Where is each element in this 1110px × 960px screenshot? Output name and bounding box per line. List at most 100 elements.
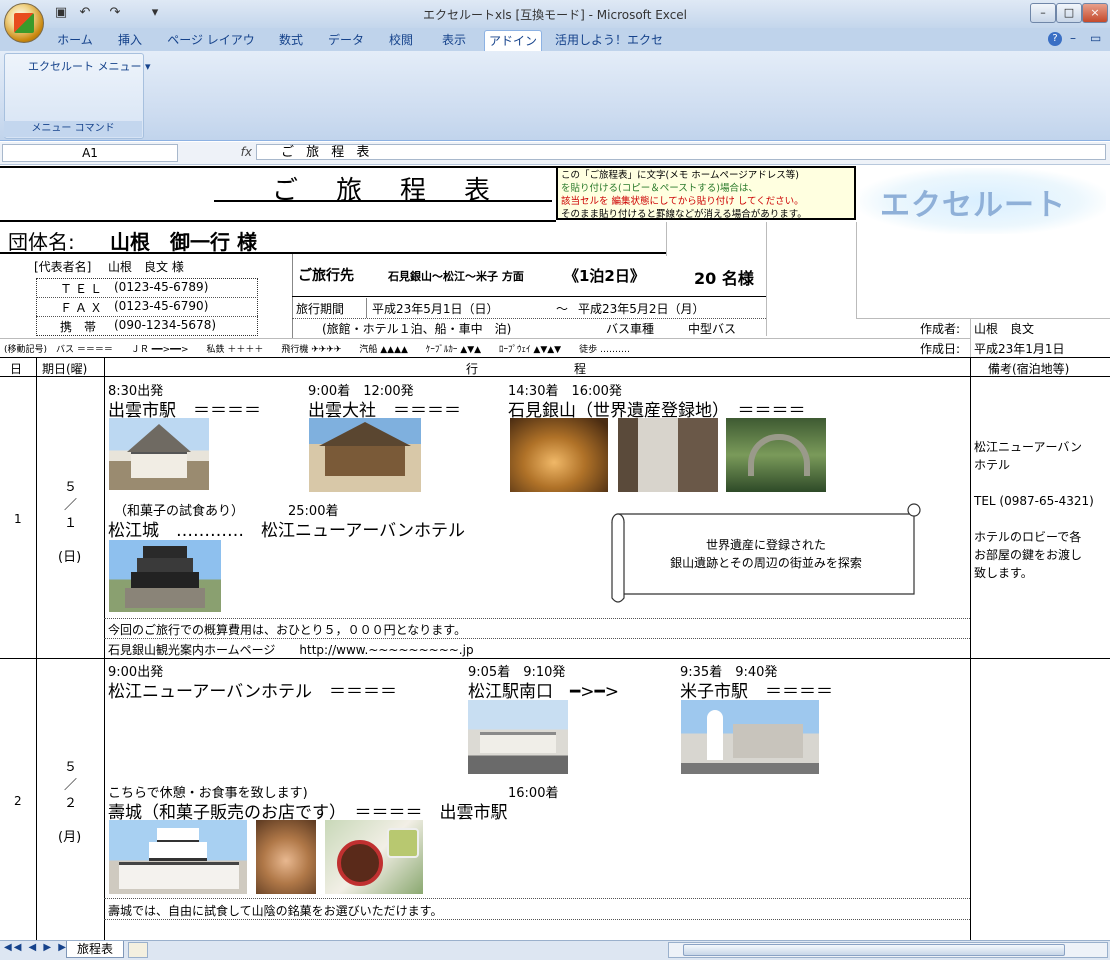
tab-katsuyou[interactable]: 活用しよう！エクセル (550, 30, 668, 67)
people: 20 名様 (694, 269, 754, 288)
ribbon-minimize-icon[interactable]: – (1070, 31, 1076, 45)
day1-remarks: 松江ニューアーバン ホテル TEL (0987-65-4321) ホテルのロビー… (974, 438, 1094, 582)
ribbon (0, 51, 1110, 141)
ribbon-restore-icon[interactable]: ▭ (1090, 31, 1101, 45)
dest-label: ご旅行先 (298, 268, 354, 284)
period-end: 平成23年5月2日（月） (578, 302, 705, 316)
note-line: この「ご旅程表」に文字(メモ ホームページアドレス等) (561, 170, 799, 181)
day1-slash: ／ (64, 498, 78, 513)
logo-text: エクセルート (880, 188, 1066, 223)
day2-place-3: 米子市駅 ＝＝＝＝ (680, 682, 833, 702)
tab-home[interactable]: ホーム (50, 30, 100, 50)
ginzan-bridge-photo (726, 418, 826, 492)
header-date: 期日(曜) (42, 362, 88, 376)
wagashi-photo (256, 820, 316, 894)
tab-addins[interactable]: アドイン (484, 30, 542, 51)
tab-formulas[interactable]: 数式 (268, 30, 314, 50)
office-button[interactable] (4, 3, 44, 43)
scroll-text: 世界遺産に登録された 銀山遺跡とその周辺の街並みを探索 (620, 536, 912, 572)
note-line: を貼り付ける(コピー＆ペーストする)場合は、 (561, 183, 758, 194)
header-schedule: 行 程 (466, 362, 587, 376)
remark-line: お部屋の鍵をお渡し (974, 548, 1083, 562)
mobile-label: 携 帯 (60, 320, 97, 334)
horizontal-scrollbar[interactable] (668, 942, 1108, 958)
day2-number: 2 (14, 794, 22, 808)
tel-label: ＴＥＬ (60, 282, 106, 296)
maximize-button[interactable]: □ (1056, 3, 1082, 23)
izumo-taisha-photo (309, 418, 421, 492)
day2-slash: ／ (64, 778, 78, 793)
day1-place-4: 松江城 ………… 松江ニューアーバンホテル (108, 521, 465, 541)
bus-type: 中型バス (688, 322, 737, 336)
remark-line: 致します。 (974, 566, 1033, 580)
ribbon-group-label: メニュー コマンド (4, 121, 142, 137)
day2-weekday: (月) (58, 830, 82, 845)
period-label: 旅行期間 (296, 302, 345, 316)
tab-page-layout[interactable]: ページ レイアウト (162, 30, 260, 67)
help-icon[interactable]: ? (1048, 32, 1062, 46)
close-button[interactable]: × (1082, 3, 1108, 23)
note-line: そのまま貼り付けると罫線などが消える場合があります。 (561, 209, 807, 220)
tab-insert[interactable]: 挿入 (108, 30, 152, 50)
period-start: 平成23年5月1日（日） (372, 302, 499, 316)
scroll-line-2: 銀山遺跡とその周辺の街並みを探索 (670, 556, 862, 570)
dest-value: 石見銀山～松江～米子 方面 (388, 270, 524, 283)
day2-place-2: 松江駅南口 ━>━> (468, 682, 619, 702)
created-label: 作成日: (920, 342, 961, 356)
excelroute-menu-button[interactable]: エクセルート メニュー ▾ (28, 58, 151, 74)
group-label: 団体名: (8, 230, 75, 254)
function-icon[interactable]: fx (180, 144, 252, 160)
tel-value: (0123-45-6789) (114, 280, 209, 294)
day2-month: ５ (64, 760, 78, 775)
minimize-button[interactable]: – (1030, 3, 1056, 23)
paste-note: この「ご旅程表」に文字(メモ ホームページアドレス等) を貼り付ける(コピー＆ペ… (556, 166, 856, 220)
lodging: (旅館・ホテル１泊、船・車中 泊) (322, 322, 512, 336)
rep-name: 山根 良文 様 (108, 260, 184, 274)
remark-line: ホテル (974, 458, 1011, 472)
ginzan-street-photo (618, 418, 718, 492)
matsue-castle-photo (109, 540, 221, 612)
tab-review[interactable]: 校閲 (378, 30, 424, 50)
period-sep: ～ (556, 302, 569, 316)
sheet-tab-ryoteihyo[interactable]: 旅程表 (66, 941, 124, 958)
author-label: 作成者: (920, 322, 961, 336)
insert-sheet-icon[interactable] (128, 942, 148, 958)
fax-value: (0123-45-6790) (114, 299, 209, 313)
remark-line: 松江ニューアーバン (974, 440, 1083, 454)
kotobuki-castle-photo (109, 820, 247, 894)
mobile-value: (090-1234-5678) (114, 318, 217, 332)
scroll-line-1: 世界遺産に登録された (705, 538, 826, 552)
tab-data[interactable]: データ (322, 30, 370, 50)
day2-day: ２ (64, 796, 78, 811)
day2-note-1: 壽城では、自由に試食して山陰の銘菓をお選びいただけます。 (108, 904, 443, 918)
remark-line: TEL (0987-65-4321) (974, 494, 1094, 508)
header-remarks: 備考(宿泊地等) (988, 362, 1070, 376)
tab-view[interactable]: 表示 (432, 30, 476, 50)
tea-and-sweets-photo (325, 820, 423, 894)
author: 山根 良文 (974, 322, 1035, 336)
day1-month: ５ (64, 480, 78, 495)
remark-line: ホテルのロビーで各 (974, 530, 1082, 544)
iwami-ginzan-mine-photo (510, 418, 608, 492)
day1-weekday: (日) (58, 550, 82, 565)
window-title: エクセルートxls [互換モード] - Microsoft Excel (422, 8, 688, 22)
formula-input[interactable]: ご 旅 程 表 (256, 144, 1106, 160)
day1-day: １ (64, 516, 78, 531)
name-box[interactable]: A1 (2, 144, 178, 162)
bus-label: バス車種 (606, 322, 655, 336)
scrollbar-thumb[interactable] (683, 944, 1065, 956)
day1-note-1: 今回のご旅行での概算費用は、おひとり５，０００円となります。 (108, 623, 467, 637)
day2-place-1: 松江ニューアーバンホテル ＝＝＝＝ (108, 682, 397, 702)
note-line: 該当セルを 編集状態にしてから貼り付け してください。 (561, 196, 804, 207)
matsue-station-photo (468, 700, 568, 774)
group-name: 山根 御一行 様 (110, 230, 257, 254)
day2-time-5: 16:00着 (508, 786, 559, 801)
day1-note-2: 石見銀山観光案内ホームページ http://www.~~~~~~~~~.jp (108, 643, 474, 657)
nights: 《1泊2日》 (564, 267, 645, 285)
izumo-station-photo (109, 418, 209, 490)
created: 平成23年1月1日 (974, 342, 1065, 356)
yonago-station-photo (681, 700, 819, 774)
fax-label: ＦＡＸ (60, 301, 106, 315)
header-day: 日 (10, 362, 23, 376)
office-logo-icon (14, 13, 34, 33)
